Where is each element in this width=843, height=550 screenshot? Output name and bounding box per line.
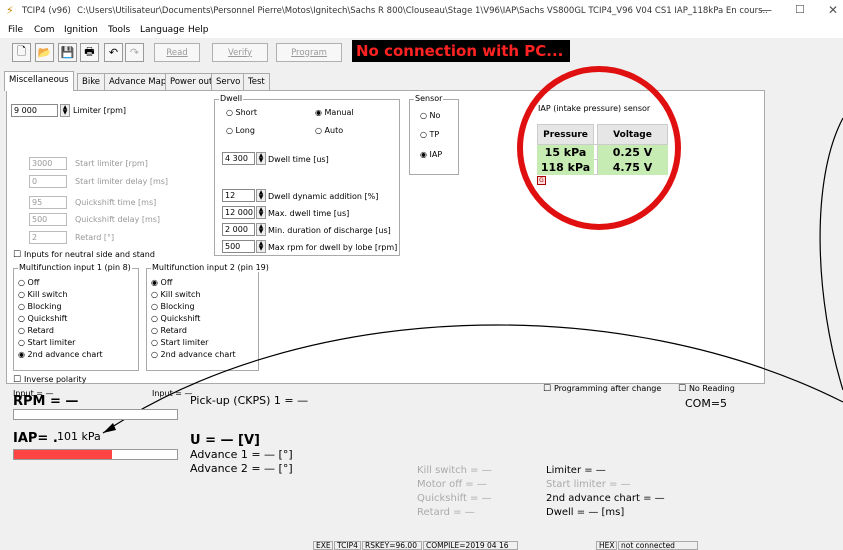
iap-bar — [13, 449, 178, 460]
voltage-readout: U = — [V] — [190, 433, 260, 448]
iap-bar-fill — [14, 450, 112, 459]
kill-switch-readout: Kill switch = — — [417, 465, 492, 476]
status-hex: HEX — [596, 541, 617, 550]
annotation-arrow-line — [102, 324, 843, 434]
status-connection: not connected — [618, 541, 698, 550]
status-exe: EXE — [313, 541, 333, 550]
no-reading-checkbox[interactable]: No Reading — [678, 384, 735, 394]
pickup-readout: Pick-up (CKPS) 1 = — — [190, 394, 309, 407]
retard-readout: Retard = — — [417, 507, 475, 518]
status-tcip: TCIP4 — [334, 541, 361, 550]
rpm-readout: RPM = — — [13, 394, 79, 409]
iap-readout-label: IAP= . — [13, 431, 58, 446]
advance-1-readout: Advance 1 = — [°] — [190, 448, 293, 461]
status-rskey: RSKEY=96.00 — [362, 541, 422, 550]
com-port: COM=5 — [685, 397, 728, 410]
iap-readout-value: 101 kPa — [57, 430, 101, 443]
dwell-readout: Dwell = — [ms] — [546, 507, 625, 518]
status-compile: COMPILE=2019 04 16 — [423, 541, 518, 550]
annotation-arrowhead — [103, 423, 116, 433]
rpm-bar — [13, 409, 178, 420]
annotation-curve — [819, 117, 843, 391]
2nd-advance-chart-readout: 2nd advance chart = — — [546, 493, 665, 504]
tab-miscellaneous[interactable]: Miscellaneous — [4, 71, 74, 91]
motor-off-readout: Motor off = — — [417, 479, 487, 490]
quickshift-readout: Quickshift = — — [417, 493, 492, 504]
advance-2-readout: Advance 2 = — [°] — [190, 462, 293, 475]
programming-after-change-checkbox[interactable]: Programming after change — [543, 384, 661, 394]
start-limiter-readout: Start limiter = — — [546, 479, 631, 490]
limiter-readout: Limiter = — — [546, 465, 606, 476]
